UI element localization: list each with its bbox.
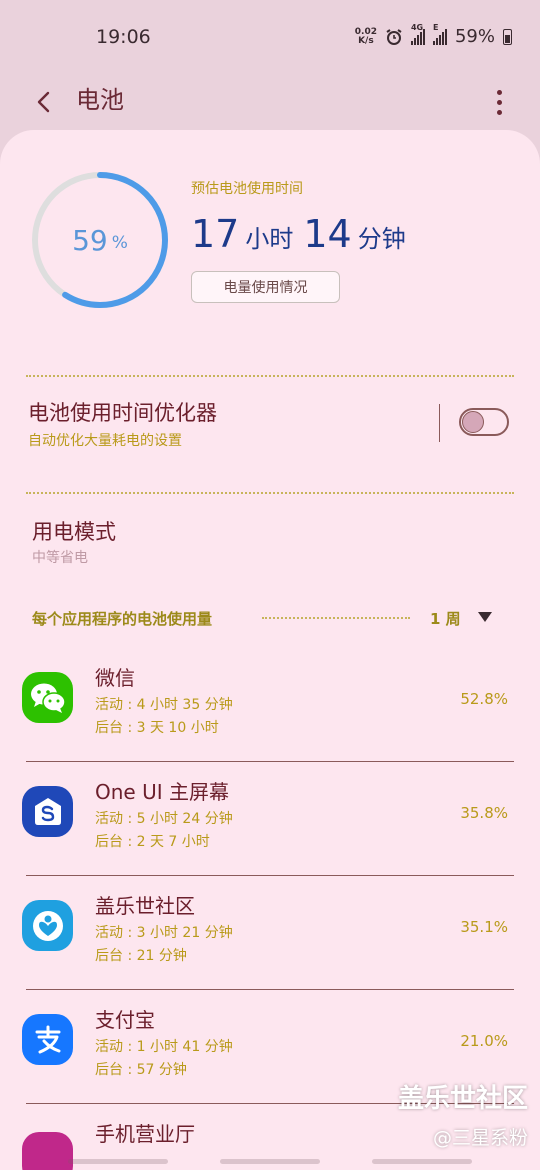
estimate-hours-unit: 小时 [245,225,294,253]
page-title: 电池 [76,86,124,114]
period-selector[interactable]: 1 周 [430,608,461,629]
app-foreground-time: 活动 : 3 小时 21 分钟 [95,925,233,941]
e-label: E [432,22,439,32]
app-usage-percent: 21.0% [460,1032,508,1050]
vertical-divider [439,404,440,442]
chevron-left-icon [37,91,50,113]
divider [26,492,514,494]
app-name: 手机营业厅 [95,1122,195,1146]
watermark-line1: 盖乐世社区 [397,1084,528,1114]
nav-back-indicator[interactable] [372,1159,472,1164]
battery-icon [503,28,512,45]
more-options-button[interactable] [484,82,514,122]
power-mode-subtitle: 中等省电 [32,550,88,566]
back-button[interactable] [24,82,64,122]
battery-level-unit: % [111,233,128,253]
app-background-time: 后台 : 2 天 7 小时 [95,834,210,850]
optimizer-toggle[interactable] [459,408,509,436]
app-name: 盖乐世社区 [95,894,195,918]
toggle-knob [462,411,484,433]
status-icons: 0.02 K/s 4G E 59% [355,23,512,47]
app-name: One UI 主屏幕 [95,780,229,804]
app-usage-percent: 52.8% [460,690,508,708]
app-foreground-time: 活动 : 1 小时 41 分钟 [95,1039,233,1055]
app-usage-section-label: 每个应用程序的电池使用量 [32,610,213,628]
optimizer-subtitle: 自动优化大量耗电的设置 [28,433,182,449]
alipay-icon [22,1014,73,1065]
battery-level-number: 59 [72,223,108,257]
4g-signal-icon: 4G [410,23,425,45]
watermark: 盖乐世社区 @三星系粉 [398,1078,528,1150]
e-signal-icon: E [432,23,447,45]
app-row-oneui-home[interactable]: One UI 主屏幕 活动 : 5 小时 24 分钟 后台 : 2 天 7 小时… [0,762,540,876]
wechat-icon [22,672,73,723]
app-usage-percent: 35.1% [460,918,508,936]
watermark-line2: @三星系粉 [432,1127,528,1149]
more-vertical-icon [496,89,502,95]
nav-recent-indicator[interactable] [68,1159,168,1164]
estimate-minutes-unit: 分钟 [357,225,406,253]
battery-card: 59 % 预估电池使用时间 17 小时 14 分钟 电量使用情况 电池使用时间优… [0,130,540,1170]
app-row-wechat[interactable]: 微信 活动 : 4 小时 35 分钟 后台 : 3 天 10 小时 52.8% [0,648,540,762]
estimate-minutes: 14 [303,212,352,256]
app-background-time: 后台 : 21 分钟 [95,948,187,964]
app-name: 支付宝 [95,1008,155,1032]
nav-home-indicator[interactable] [220,1159,320,1164]
4g-label: 4G [410,22,424,32]
app-foreground-time: 活动 : 4 小时 35 分钟 [95,697,233,713]
app-name: 微信 [95,666,135,690]
oneui-home-icon [22,786,73,837]
status-time: 19:06 [96,26,151,48]
mobile-hall-icon [22,1132,73,1170]
app-background-time: 后台 : 3 天 10 小时 [95,720,219,736]
status-bar: 19:06 0.02 K/s 4G E 59% [0,0,540,74]
optimizer-title: 电池使用时间优化器 [28,401,217,425]
estimate-hours: 17 [191,212,240,256]
divider [26,375,514,377]
battery-level-text: 59 % [30,170,170,310]
network-speed-unit: K/s [358,35,374,46]
app-background-time: 后台 : 57 分钟 [95,1062,187,1078]
dropdown-arrow-icon[interactable] [478,612,492,622]
galaxy-community-icon [22,900,73,951]
section-dotted-line [262,617,410,619]
app-usage-percent: 35.8% [460,804,508,822]
app-foreground-time: 活动 : 5 小时 24 分钟 [95,811,233,827]
battery-usage-button[interactable]: 电量使用情况 [191,271,340,303]
battery-percent: 59% [454,26,495,47]
app-row-galaxy-community[interactable]: 盖乐世社区 活动 : 3 小时 21 分钟 后台 : 21 分钟 35.1% [0,876,540,990]
network-speed: 0.02 K/s [355,27,377,46]
estimated-time: 17 小时 14 分钟 [191,212,410,256]
estimate-label: 预估电池使用时间 [191,181,303,197]
power-mode-title: 用电模式 [32,520,116,544]
app-bar: 电池 [0,74,540,130]
alarm-icon [386,28,402,45]
